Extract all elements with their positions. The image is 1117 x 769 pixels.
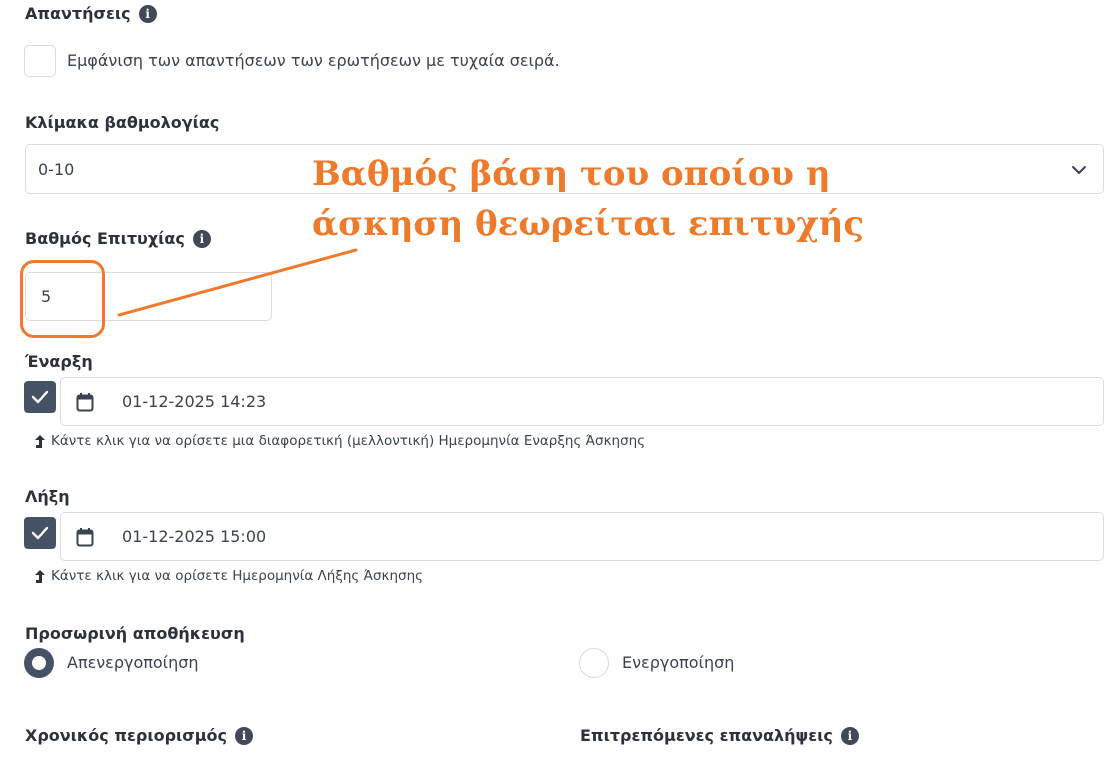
- check-icon: [31, 526, 49, 540]
- end-hint[interactable]: Κάντε κλικ για να ορίσετε Ημερομηνία Λήξ…: [33, 568, 423, 584]
- end-heading: Λήξη: [25, 487, 70, 506]
- info-icon[interactable]: i: [234, 726, 253, 745]
- start-hint[interactable]: Κάντε κλικ για να ορίσετε μια διαφορετικ…: [33, 433, 645, 449]
- exercise-settings-form: Απαντήσεις i Εμφάνιση των απαντήσεων των…: [0, 0, 1117, 769]
- start-enable-checkbox[interactable]: [24, 381, 56, 413]
- temp-save-enable-label: Ενεργοποίηση: [622, 653, 735, 672]
- allowed-repeats-heading: Επιτρεπόμενες επαναλήψεις i: [580, 726, 859, 745]
- temp-save-enable-radio[interactable]: [579, 648, 609, 678]
- end-enable-checkbox[interactable]: [24, 517, 56, 549]
- turn-up-arrow-icon: [35, 569, 45, 583]
- info-icon[interactable]: i: [840, 726, 859, 745]
- end-datetime-input[interactable]: 01-12-2025 15:00: [60, 512, 1104, 561]
- temp-save-disable-radio[interactable]: [24, 648, 54, 678]
- start-datetime-input[interactable]: 01-12-2025 14:23: [60, 377, 1104, 426]
- temp-save-heading: Προσωρινή αποθήκευση: [25, 624, 245, 643]
- end-datetime-value: 01-12-2025 15:00: [122, 527, 267, 546]
- time-limit-heading: Χρονικός περιορισμός i: [25, 726, 253, 745]
- start-heading: Έναρξη: [25, 352, 93, 371]
- temp-save-disable-label: Απενεργοποίηση: [67, 653, 199, 672]
- calendar-icon: [76, 392, 94, 412]
- start-datetime-value: 01-12-2025 14:23: [122, 392, 267, 411]
- check-icon: [31, 390, 49, 404]
- turn-up-arrow-icon: [35, 434, 45, 448]
- calendar-icon: [76, 527, 94, 547]
